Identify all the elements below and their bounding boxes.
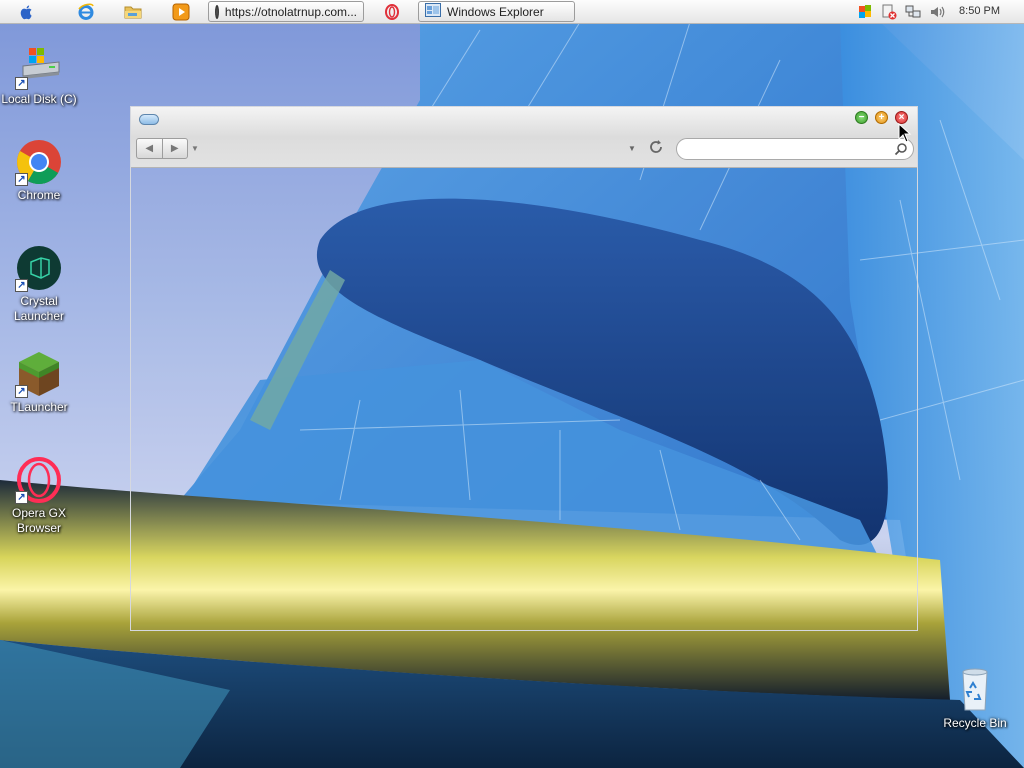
desktop-icon-label: Local Disk (C) bbox=[1, 92, 77, 106]
shortcut-arrow-icon: ↗ bbox=[15, 385, 28, 398]
desktop-icon-tlauncher[interactable]: ↗ TLauncher bbox=[1, 350, 77, 415]
desktop-icon-label: TLauncher bbox=[10, 400, 68, 414]
search-box[interactable] bbox=[676, 138, 914, 160]
desktop-icon-label: Crystal Launcher bbox=[13, 294, 65, 323]
browser-tab-icon bbox=[215, 4, 219, 19]
recycle-bin-icon bbox=[951, 666, 999, 714]
folder-icon[interactable] bbox=[124, 3, 142, 21]
flag-icon[interactable] bbox=[856, 3, 874, 21]
windows-explorer-taskbar-button[interactable]: Windows Explorer bbox=[418, 1, 575, 22]
refresh-icon[interactable] bbox=[648, 139, 664, 158]
chrome-icon: ↗ bbox=[15, 138, 63, 186]
windows-explorer-taskbar-label: Windows Explorer bbox=[447, 4, 544, 19]
media-player-icon[interactable] bbox=[172, 3, 190, 21]
shortcut-arrow-icon: ↗ bbox=[15, 77, 28, 90]
forward-arrow-icon: ▶ bbox=[170, 143, 179, 154]
apple-icon[interactable] bbox=[18, 3, 36, 21]
back-button[interactable]: ◀ bbox=[137, 139, 163, 158]
shortcut-arrow-icon: ↗ bbox=[15, 173, 28, 186]
desktop-icon-label: Chrome bbox=[17, 188, 61, 202]
desktop-icon-label: Opera GX Browser bbox=[11, 506, 67, 535]
volume-icon[interactable] bbox=[928, 3, 946, 21]
mouse-cursor-icon bbox=[898, 122, 912, 146]
hard-drive-icon: ↗ bbox=[15, 42, 63, 90]
crystal-launcher-icon: ↗ bbox=[15, 244, 63, 292]
desktop-icon-local-disk[interactable]: ↗ Local Disk (C) bbox=[1, 42, 77, 107]
address-dropdown-icon[interactable]: ▼ bbox=[628, 144, 636, 153]
internet-explorer-icon[interactable] bbox=[77, 3, 95, 21]
forward-button[interactable]: ▶ bbox=[163, 139, 188, 158]
desktop-icon-chrome[interactable]: ↗ Chrome bbox=[1, 138, 77, 203]
opera-gx-icon: ↗ bbox=[15, 456, 63, 504]
maximize-icon: + bbox=[878, 112, 885, 123]
browser-taskbar-label: https://otnolatrnup.com... bbox=[224, 4, 357, 19]
windows-explorer-icon bbox=[425, 3, 441, 20]
opera-icon[interactable] bbox=[383, 3, 401, 21]
desktop-icon-recycle-bin[interactable]: Recycle Bin bbox=[937, 666, 1013, 731]
shortcut-arrow-icon: ↗ bbox=[15, 491, 28, 504]
search-input[interactable] bbox=[685, 140, 899, 160]
explorer-toolbar: − + × ◀ ▶ ▼ ▼ bbox=[131, 107, 917, 168]
desktop-icon-opera-gx[interactable]: ↗ Opera GX Browser bbox=[1, 456, 77, 536]
network-icon[interactable] bbox=[904, 3, 922, 21]
desktop-icon-crystal-launcher[interactable]: ↗ Crystal Launcher bbox=[1, 244, 77, 324]
clock[interactable]: 8:50 PM bbox=[959, 5, 1000, 17]
navigation-buttons: ◀ ▶ bbox=[136, 138, 188, 159]
browser-taskbar-button[interactable]: https://otnolatrnup.com... bbox=[208, 1, 364, 22]
maximize-button[interactable]: + bbox=[875, 111, 888, 124]
explorer-content-area[interactable] bbox=[131, 168, 917, 630]
minimize-button[interactable]: − bbox=[855, 111, 868, 124]
explorer-window[interactable]: − + × ◀ ▶ ▼ ▼ bbox=[130, 106, 918, 631]
history-dropdown-icon[interactable]: ▼ bbox=[191, 144, 199, 153]
back-arrow-icon: ◀ bbox=[145, 143, 154, 154]
window-pill-button[interactable] bbox=[139, 114, 159, 125]
desktop-icon-label: Recycle Bin bbox=[943, 716, 1007, 730]
close-icon: × bbox=[898, 112, 905, 123]
grass-block-icon: ↗ bbox=[15, 350, 63, 398]
network-blocked-icon[interactable] bbox=[880, 3, 898, 21]
minimize-icon: − bbox=[858, 112, 865, 123]
shortcut-arrow-icon: ↗ bbox=[15, 279, 28, 292]
taskbar: https://otnolatrnup.com... Windows Explo… bbox=[0, 0, 1024, 24]
